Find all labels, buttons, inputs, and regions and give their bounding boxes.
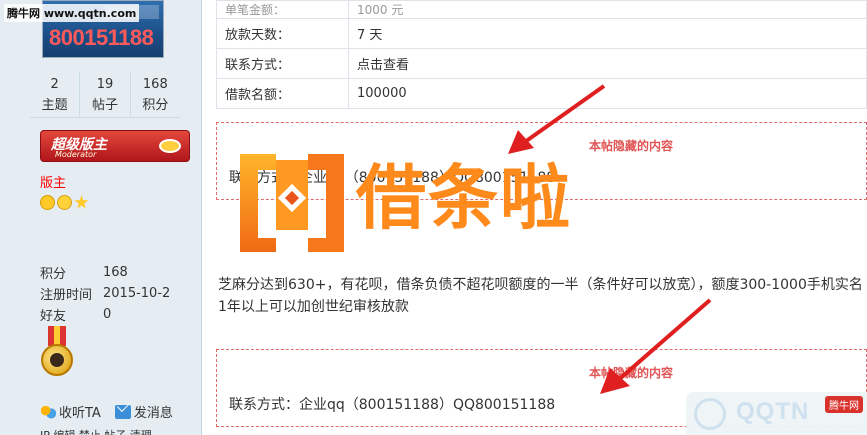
hidden-contact-text: 联系方式：企业qq（800151188）QQ800151188: [229, 397, 556, 413]
table-cell-label: 借款名额：: [216, 78, 349, 109]
table-cell-value: 7 天: [348, 18, 867, 49]
moderation-links[interactable]: IP 编辑 禁止 帖子 清理: [40, 427, 152, 435]
site-corner-logo: QQTN 腾牛网: [686, 392, 867, 435]
table-cell-label: 放款天数：: [216, 18, 349, 49]
user-info: 积分 168 注册时间 2015-10-2 好友 0: [40, 262, 170, 325]
moon-icon: [57, 195, 72, 210]
rank-badge: 超级版主 Moderator: [40, 130, 190, 162]
annotation-arrow-icon: [508, 84, 606, 154]
site-watermark: 腾牛网 www.qqtn.com: [4, 4, 140, 22]
info-row-regdate: 注册时间 2015-10-2: [40, 283, 170, 304]
info-row-points: 积分 168: [40, 262, 170, 283]
info-row-friends: 好友 0: [40, 304, 170, 325]
user-actions: 收听TA 发消息: [40, 402, 173, 421]
follow-icon: [40, 404, 56, 419]
follow-button[interactable]: 收听TA: [40, 402, 101, 421]
mail-icon: [114, 404, 131, 419]
rank-title[interactable]: 版主: [40, 172, 66, 191]
contact-view-link[interactable]: 点击查看: [348, 48, 867, 79]
table-row: 单笔金额： 1000 元: [216, 0, 867, 19]
stat-posts-label: 帖子: [91, 98, 118, 113]
info-value: 168: [103, 265, 128, 280]
user-sidebar: 800151188 2 主题 19 帖子 168 积分 超级版主 Moderat…: [0, 0, 202, 435]
stat-posts[interactable]: 19 帖子: [80, 72, 131, 117]
medal-icon[interactable]: [40, 326, 74, 386]
brand-logo-text: 借条啦: [356, 157, 572, 239]
globe-icon: [694, 398, 726, 430]
corner-logo-badge: 腾牛网: [825, 396, 863, 413]
star-icon: [74, 195, 89, 209]
stat-topics-value: 2: [50, 77, 59, 92]
corner-logo-text: QQTN: [736, 398, 810, 425]
info-value: 0: [103, 307, 112, 322]
rank-icons: [40, 195, 89, 210]
table-cell-label: 单笔金额：: [216, 0, 349, 19]
follow-label: 收听TA: [59, 406, 101, 421]
table-cell-value: 1000 元: [348, 0, 867, 19]
post-body-text: 芝麻分达到630+，有花呗，借条负债不超花呗额度的一半（条件好可以放宽），额度3…: [218, 277, 863, 315]
info-value: 2015-10-2: [103, 286, 171, 301]
table-cell-label: 联系方式：: [216, 48, 349, 79]
stat-topics-label: 主题: [41, 98, 68, 113]
stat-points[interactable]: 168 积分: [131, 72, 180, 117]
info-key: 好友: [40, 309, 67, 324]
info-key: 积分: [40, 267, 67, 282]
table-row: 联系方式： 点击查看: [216, 48, 867, 79]
stat-posts-value: 19: [96, 77, 114, 92]
brand-logo-icon: [240, 154, 344, 252]
sun-icon: [40, 195, 55, 210]
table-row: 放款天数： 7 天: [216, 18, 867, 49]
annotation-arrow-icon: [600, 298, 712, 394]
stat-topics[interactable]: 2 主题: [30, 72, 81, 117]
send-message-button[interactable]: 发消息: [114, 402, 173, 421]
send-message-label: 发消息: [133, 406, 173, 421]
gem-icon: [159, 139, 181, 153]
brand-logo-overlay: 借条啦: [236, 148, 626, 258]
stat-points-value: 168: [142, 77, 168, 92]
info-key: 注册时间: [40, 288, 93, 303]
stat-points-label: 积分: [142, 98, 169, 113]
avatar-number: 800151188: [49, 25, 154, 50]
rank-badge-sublabel: Moderator: [55, 150, 97, 159]
user-stats: 2 主题 19 帖子 168 积分: [30, 72, 180, 118]
